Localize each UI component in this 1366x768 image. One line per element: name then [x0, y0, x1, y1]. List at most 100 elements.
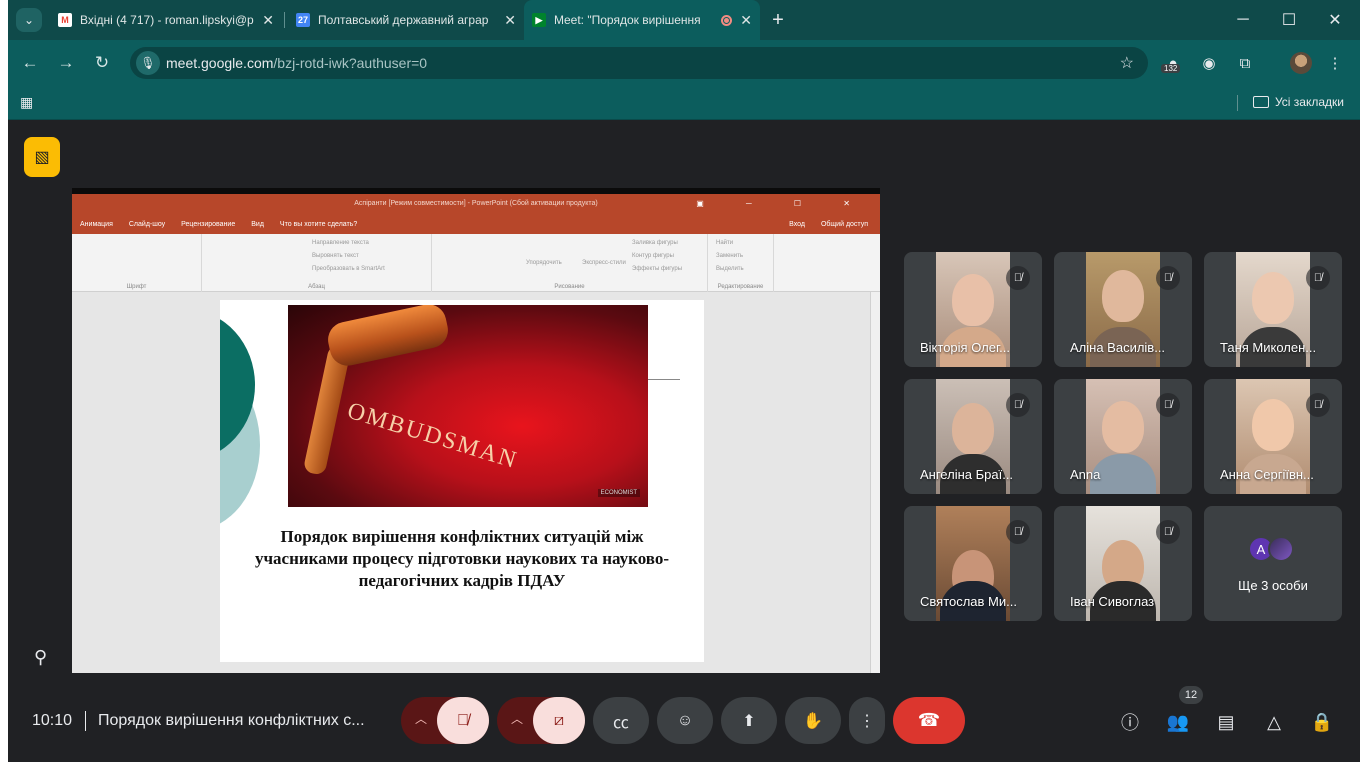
participant-tile[interactable]: 🎙̸ Вікторія Олег... [904, 252, 1042, 367]
tab-search-button[interactable]: ⌄ [16, 8, 42, 32]
participant-tile[interactable]: 🎙̸ Аліна Василів... [1054, 252, 1192, 367]
ribbon-group-label: Рисование [554, 284, 585, 290]
more-participants-tile[interactable]: A Ще 3 особи [1204, 506, 1342, 621]
pin-icon[interactable]: ⚲ [34, 647, 47, 668]
close-icon[interactable]: ✕ [262, 12, 274, 29]
tab-calendar[interactable]: 27 Полтавський державний аграр ✕ [288, 6, 524, 34]
camera-off-button[interactable]: ⧄ [533, 697, 585, 744]
ribbon-item: Найти [716, 240, 734, 246]
present-button[interactable]: ⬆ [721, 697, 777, 744]
participant-count-badge: 12 [1179, 686, 1203, 704]
all-bookmarks[interactable]: Усі закладки [1252, 95, 1344, 109]
reload-button[interactable]: ↻ [88, 49, 116, 77]
tab-meet[interactable]: ▶ Meet: "Порядок вирішення ✕ [524, 0, 760, 40]
menu-dots-icon[interactable]: ⋮ [1324, 52, 1346, 74]
emoji-button[interactable]: ☺ [657, 697, 713, 744]
ppt-menu: Анимация Слайд-шоу Рецензирование Вид Чт… [72, 214, 880, 234]
participant-name: Іван Сивоглаз [1070, 594, 1155, 609]
minimize-button[interactable]: ─ [1220, 0, 1266, 40]
bookmark-star-icon[interactable]: ☆ [1120, 53, 1134, 73]
calendar-icon: 27 [296, 13, 310, 27]
mic-off-icon: 🎙̸ [1006, 393, 1030, 417]
camera-off-warning-icon[interactable]: ▧ [24, 137, 60, 177]
mic-off-icon: 🎙̸ [1306, 266, 1330, 290]
meeting-time: 10:10 [32, 712, 73, 729]
participant-tile[interactable]: 🎙̸ Святослав Ми... [904, 506, 1042, 621]
maximize-button[interactable]: ☐ [1266, 0, 1312, 40]
apps-grid-icon[interactable]: ▦ [20, 94, 36, 110]
tab-strip: ⌄ M Вхідні (4 717) - roman.lipskyi@p ✕ 2… [8, 0, 1360, 40]
close-window-button[interactable]: ✕ [1312, 0, 1358, 40]
participant-name: Анна Сергіївн... [1220, 467, 1314, 482]
mic-off-icon: 🎙̸ [1156, 393, 1180, 417]
participant-face [952, 403, 994, 455]
ribbon-item: Экспресс-стили [582, 260, 626, 266]
activities-icon[interactable]: △ [1261, 709, 1287, 735]
close-icon[interactable]: ✕ [740, 12, 752, 29]
mic-off-icon: 🎙̸ [1306, 393, 1330, 417]
ppt-menu-item: Вход [789, 220, 805, 228]
participant-name: Таня Миколен... [1220, 340, 1317, 355]
camera-control: ︿ ⧄ [497, 697, 585, 744]
tab-gmail[interactable]: M Вхідні (4 717) - roman.lipskyi@p ✕ [50, 6, 282, 34]
participant-name: Ангеліна Брaї... [920, 467, 1014, 482]
back-button[interactable]: ← [16, 49, 44, 77]
slide-caption: Порядок вирішення конфліктних ситуацій м… [254, 527, 670, 590]
chevron-up-icon[interactable]: ︿ [415, 710, 427, 727]
meet-icon: ▶ [532, 13, 546, 27]
photo-credit: ECONOMIST [597, 489, 640, 497]
mic-off-icon: 🎙̸ [1156, 520, 1180, 544]
browser-window: ⌄ M Вхідні (4 717) - roman.lipskyi@p ✕ 2… [8, 0, 1360, 762]
avatar-group: A [1248, 536, 1294, 562]
presentation-screen: Аспіранти [Режим совместимости] - PowerP… [72, 188, 880, 673]
meeting-title: Порядок вирішення конфліктних с... [98, 712, 365, 729]
ppt-ribbon: Шрифт Направление текста Выровнять текст… [72, 234, 880, 292]
participant-tile[interactable]: 🎙̸ Анна Сергіївн... [1204, 379, 1342, 494]
raise-hand-button[interactable]: ✋ [785, 697, 841, 744]
participant-face [952, 274, 994, 326]
ppt-scrollbar [870, 292, 880, 673]
participant-name: Anna [1070, 467, 1101, 482]
extensions-puzzle-icon[interactable]: ⧉ [1234, 52, 1256, 74]
forward-button[interactable]: → [52, 49, 80, 77]
more-options-button[interactable]: ⋮ [849, 697, 885, 744]
close-icon[interactable]: ✕ [504, 12, 516, 29]
meet-stage: ▧ Аспіранти [Режим совместимости] - Powe… [8, 121, 1360, 762]
folder-icon [1252, 96, 1269, 108]
ribbon-group-label: Редактирование [717, 284, 764, 290]
extension-icon[interactable]: ◉ [1198, 52, 1220, 74]
avatar [1268, 536, 1294, 562]
new-tab-button[interactable]: + [766, 8, 790, 32]
mic-icon[interactable]: 🎙 [136, 51, 160, 75]
mic-control: ︿ 🎙̸ [401, 697, 489, 744]
participant-tile[interactable]: 🎙̸ Ангеліна Брaї... [904, 379, 1042, 494]
tab-title: Вхідні (4 717) - roman.lipskyi@p [80, 13, 254, 27]
participant-name: Вікторія Олег... [920, 340, 1010, 355]
gavel-head [324, 305, 452, 369]
end-call-button[interactable]: ☎ [893, 697, 965, 744]
address-bar[interactable]: 🎙 meet.google.com/bzj-rotd-iwk?authuser=… [130, 47, 1148, 79]
participant-tile[interactable]: 🎙̸ Іван Сивоглаз [1054, 506, 1192, 621]
mic-off-icon: 🎙̸ [1006, 520, 1030, 544]
ribbon-item: Направление текста [312, 240, 369, 246]
slide: OMBUDSMAN ECONOMIST Порядок вирішення ко… [220, 300, 704, 662]
participant-tile[interactable]: 🎙̸ Anna [1054, 379, 1192, 494]
url-text[interactable]: meet.google.com/bzj-rotd-iwk?authuser=0 [166, 55, 427, 71]
photo-text: OMBUDSMAN [344, 397, 521, 475]
people-icon[interactable]: 👥 [1165, 709, 1191, 735]
participant-face [1102, 401, 1144, 453]
ribbon-item: Преобразовать в SmartArt [312, 266, 385, 272]
mic-off-icon: 🎙̸ [1006, 266, 1030, 290]
ppt-menu-item: Рецензирование [181, 220, 236, 228]
mic-off-button[interactable]: 🎙̸ [437, 697, 489, 744]
profile-avatar[interactable] [1290, 52, 1312, 74]
chevron-up-icon[interactable]: ︿ [511, 710, 523, 727]
extension-badge: 132 [1161, 64, 1181, 73]
host-controls-icon[interactable]: 🔒 [1309, 709, 1335, 735]
chat-icon[interactable]: ▤ [1213, 709, 1239, 735]
info-icon[interactable]: ⓘ [1117, 709, 1143, 735]
captions-button[interactable]: ㏄ [593, 697, 649, 744]
participant-tile[interactable]: 🎙̸ Таня Миколен... [1204, 252, 1342, 367]
ppt-menu-item: Анимация [80, 220, 113, 228]
participant-name: Святослав Ми... [920, 594, 1017, 609]
